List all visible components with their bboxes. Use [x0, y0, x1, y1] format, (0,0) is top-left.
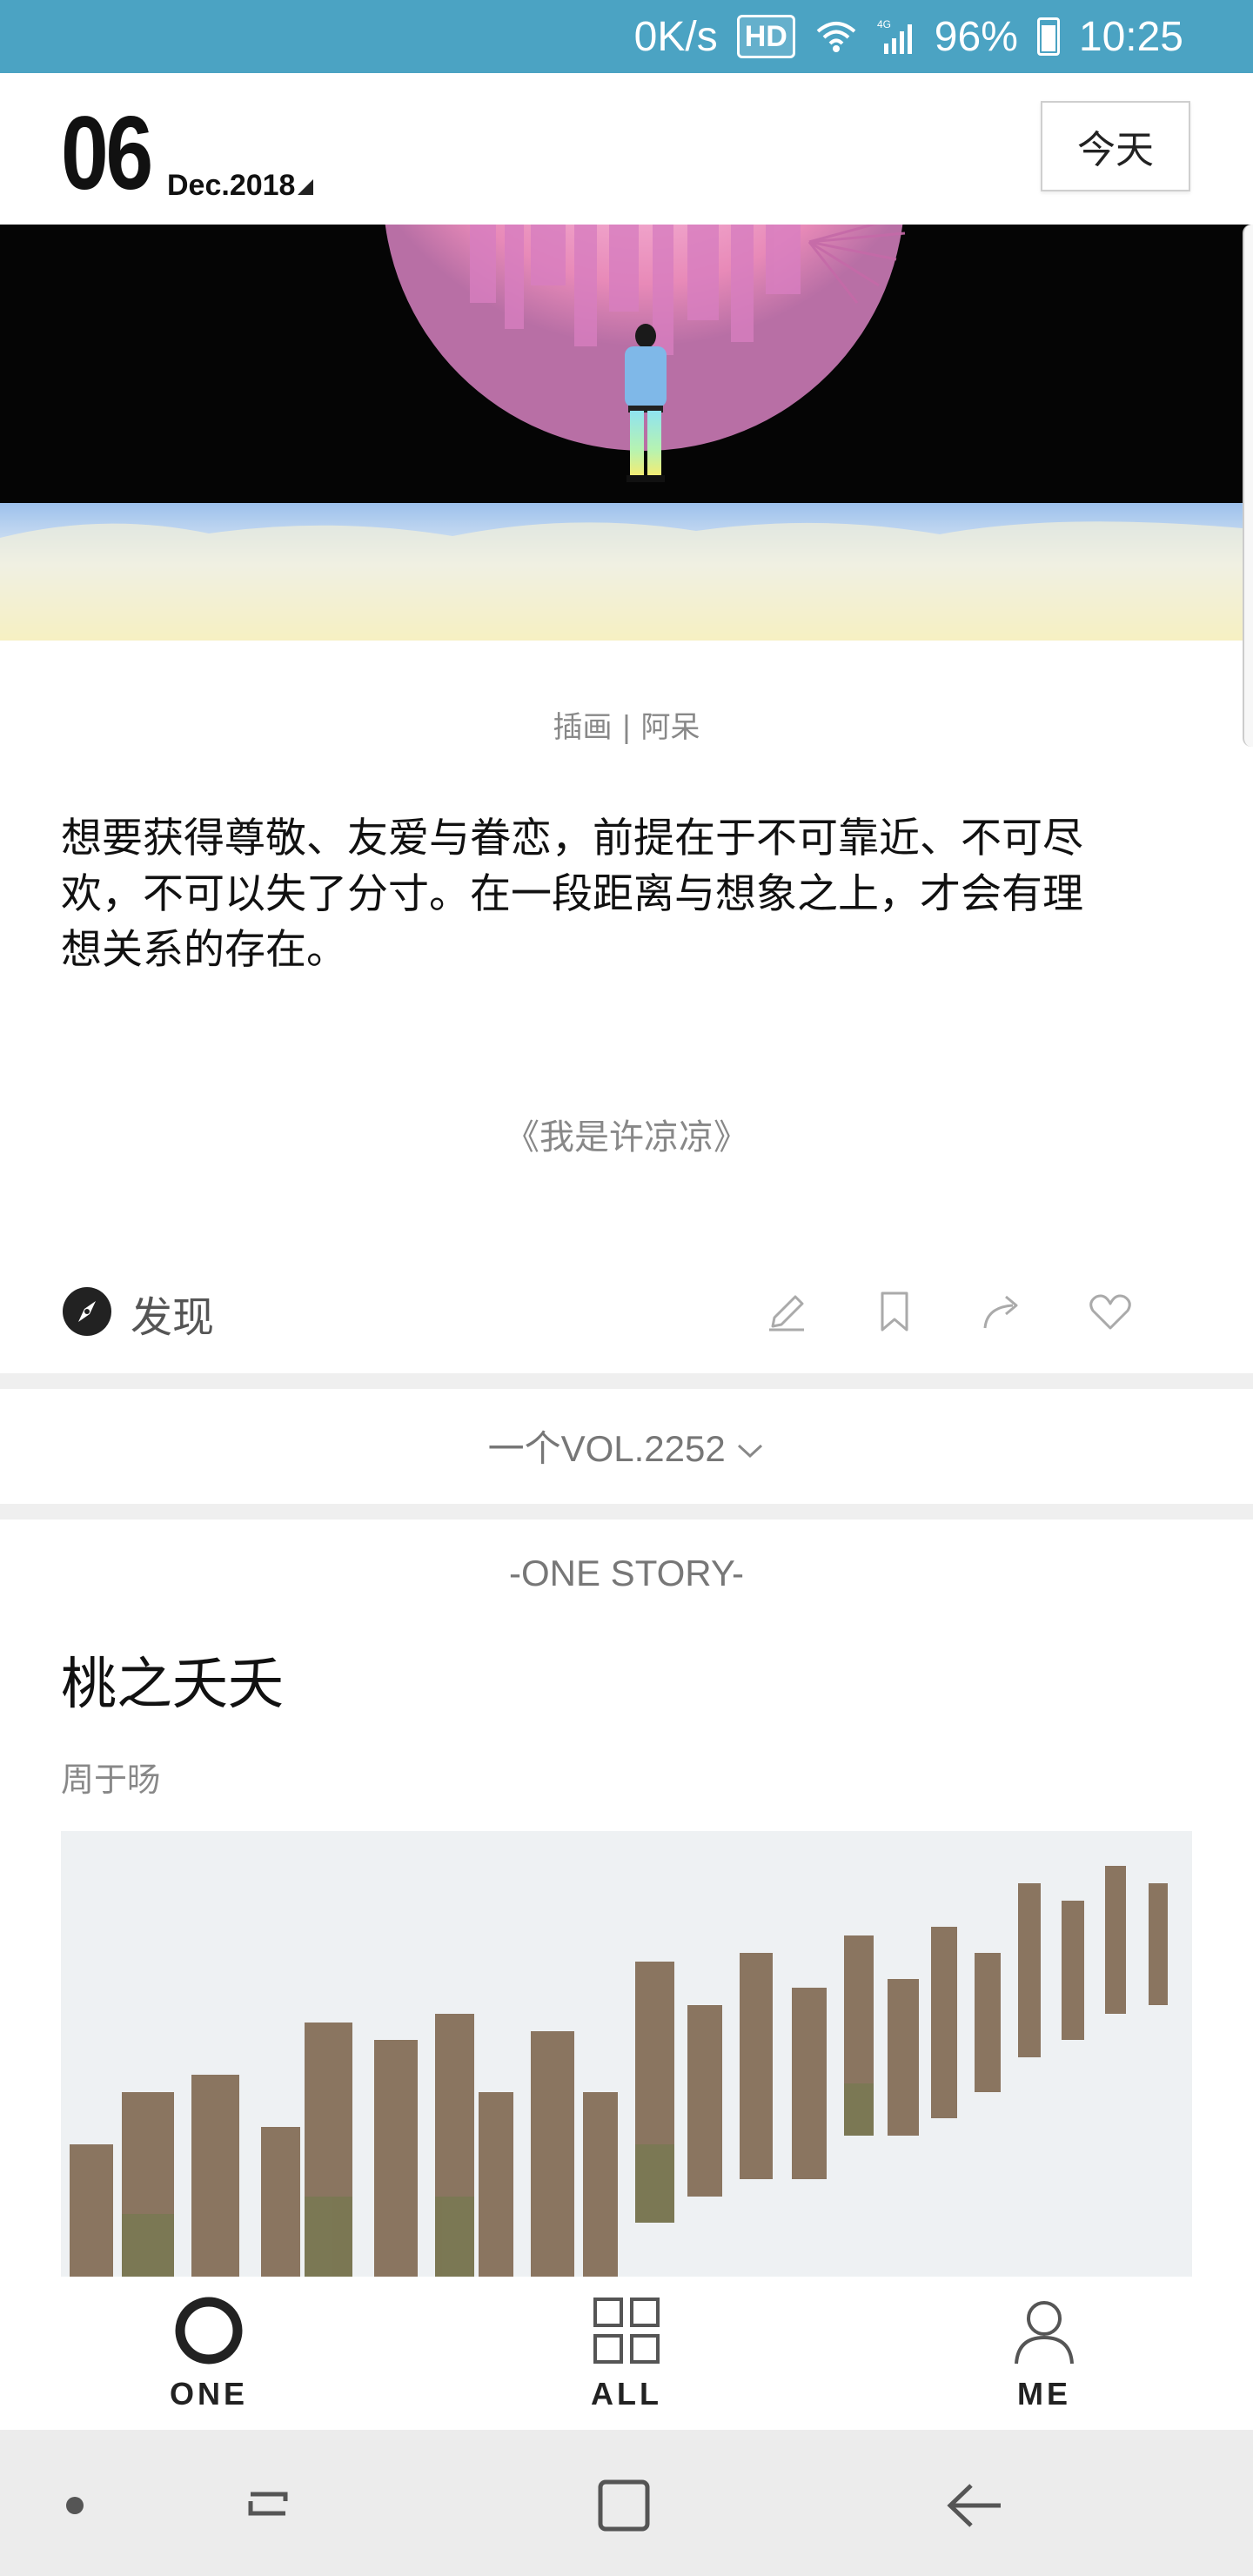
status-bar: 0K/s HD 4G 96% 10:25 [0, 0, 1253, 73]
hero-illustration[interactable] [0, 225, 1253, 641]
volume-selector[interactable]: 一个VOL.2252 [0, 1410, 1253, 1488]
illustration-caption: 插画 | 阿呆 [553, 710, 700, 745]
tab-one[interactable]: ONE [122, 2294, 296, 2425]
battery-icon [1036, 17, 1060, 56]
app-screen: 0K/s HD 4G 96% 10:25 06 Dec.2018 今天 插画 |… [0, 0, 1253, 2576]
network-type-label: 4G [877, 18, 891, 30]
circle-icon [172, 2294, 245, 2371]
compass-icon [61, 1285, 113, 1341]
signal-icon: 4G [877, 17, 915, 56]
section-divider [0, 1504, 1253, 1519]
discover-button[interactable]: 发现 [61, 1283, 214, 1344]
heart-icon[interactable] [1084, 1286, 1136, 1338]
today-button[interactable]: 今天 [1041, 101, 1190, 191]
clock: 10:25 [1078, 13, 1183, 60]
hd-badge: HD [736, 15, 795, 58]
story-image[interactable] [61, 1831, 1192, 2277]
daily-quote[interactable]: 想要获得尊敬、友爱与眷恋，前提在于不可靠近、不可尽欢，不可以失了分寸。在一段距离… [61, 811, 1105, 978]
date-caret-icon[interactable] [298, 179, 313, 195]
home-icon[interactable] [590, 2475, 660, 2536]
bottom-tab-bar: ONE ALL ME [0, 2277, 1253, 2430]
tab-me-label: ME [1017, 2376, 1071, 2412]
wifi-icon [814, 19, 858, 54]
recents-icon[interactable] [238, 2475, 308, 2536]
tab-all[interactable]: ALL [539, 2294, 714, 2425]
scroll-indicator[interactable] [1243, 225, 1253, 747]
date-header: 06 Dec.2018 今天 [0, 73, 1253, 225]
grid-icon [590, 2294, 663, 2371]
discover-label: 发现 [131, 1293, 215, 1342]
story-tag: -ONE STORY- [509, 1553, 744, 1593]
dot-icon[interactable] [49, 2475, 118, 2536]
story-title[interactable]: 桃之夭夭 [61, 1640, 284, 1720]
volume-label: 一个VOL.2252 [487, 1428, 726, 1469]
person-icon [1008, 2294, 1081, 2371]
share-icon[interactable] [976, 1286, 1029, 1338]
action-row: 发现 [0, 1271, 1253, 1358]
back-icon[interactable] [940, 2475, 1009, 2536]
battery-percent: 96% [934, 13, 1018, 60]
tab-one-label: ONE [169, 2376, 248, 2412]
bookmark-icon[interactable] [868, 1286, 921, 1338]
pencil-icon[interactable] [761, 1286, 813, 1338]
tab-me[interactable]: ME [957, 2294, 1131, 2425]
section-divider [0, 1373, 1253, 1389]
tab-all-label: ALL [591, 2376, 662, 2412]
quote-source[interactable]: 《我是许凉凉》 [0, 1109, 1253, 1159]
story-author[interactable]: 周于旸 [61, 1753, 160, 1801]
network-speed: 0K/s [633, 13, 718, 60]
date-month-year[interactable]: Dec.2018 [167, 169, 295, 203]
system-nav-bar [0, 2430, 1253, 2576]
date-day[interactable]: 06 [61, 101, 153, 205]
chevron-down-icon [735, 1428, 765, 1469]
